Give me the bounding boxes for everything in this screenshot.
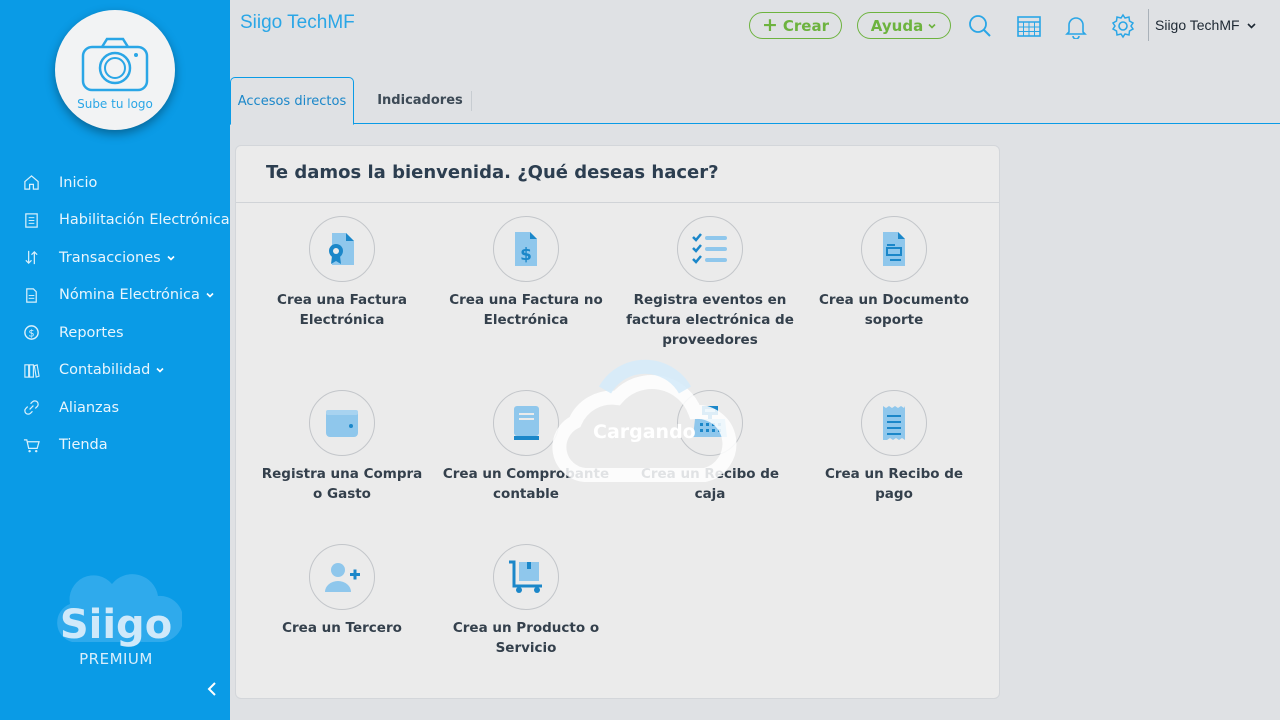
notifications-bell-icon[interactable] — [1063, 13, 1089, 40]
collapse-sidebar-button[interactable] — [203, 680, 221, 698]
sidebar-item-reportes[interactable]: $ Reportes — [0, 314, 230, 352]
loading-indicator: Cargando — [545, 350, 740, 485]
home-icon — [22, 174, 40, 192]
action-label: Crea un Producto o Servicio — [452, 620, 600, 656]
loading-text: Cargando — [593, 421, 696, 443]
wallet-icon — [326, 410, 358, 437]
svg-text:$: $ — [28, 329, 34, 340]
sidebar-item-tienda[interactable]: Tienda — [0, 427, 230, 465]
search-icon[interactable] — [967, 13, 993, 39]
svg-text:$: $ — [520, 245, 532, 265]
sidebar-item-label: Nómina Electrónica — [59, 287, 200, 304]
product-cart-icon — [509, 560, 542, 593]
upload-logo-button[interactable]: Sube tu logo — [55, 10, 175, 130]
chevron-down-icon — [166, 253, 176, 263]
action-label: Registra una Compra o Gasto — [261, 466, 423, 502]
svg-text:Siigo: Siigo — [60, 602, 172, 648]
tab-indicadores[interactable]: Indicadores — [368, 77, 472, 124]
help-button[interactable]: Ayuda — [857, 12, 951, 39]
chevron-left-icon — [207, 682, 216, 696]
user-menu[interactable]: Siigo TechMF — [1155, 17, 1257, 33]
sidebar-item-label: Inicio — [59, 174, 98, 191]
action-eventos-factura[interactable]: Registra eventos en factura electrónica … — [618, 216, 802, 350]
sidebar-item-label: Reportes — [59, 324, 124, 341]
add-user-icon — [325, 563, 360, 592]
action-label: Crea una Factura no Electrónica — [449, 292, 603, 328]
payroll-file-icon — [22, 286, 40, 304]
action-label: Crea un Recibo de pago — [824, 466, 964, 502]
accounting-book-icon — [514, 406, 539, 440]
plus-icon: + — [761, 14, 778, 36]
action-documento-soporte[interactable]: Crea un Documento soporte — [802, 216, 986, 330]
ledger-books-icon — [22, 361, 40, 379]
sidebar-nav: Inicio Habilitación Electrónica Transacc… — [0, 164, 230, 464]
receipt-icon — [883, 406, 905, 440]
sidebar-item-inicio[interactable]: Inicio — [0, 164, 230, 202]
cloud-loader-icon — [552, 359, 737, 482]
link-icon — [22, 399, 40, 417]
sidebar-item-label: Tienda — [59, 437, 108, 454]
action-crea-producto[interactable]: Crea un Producto o Servicio — [434, 544, 618, 658]
sidebar-item-label: Habilitación Electrónica — [59, 212, 230, 229]
create-button-label: Crear — [782, 16, 830, 35]
page-title: Te damos la bienvenida. ¿Qué deseas hace… — [266, 162, 719, 183]
calendar-icon[interactable] — [1016, 13, 1042, 39]
settings-gear-icon[interactable] — [1110, 13, 1136, 39]
chevron-down-icon — [1246, 20, 1257, 31]
camera-icon — [81, 37, 149, 92]
shopping-cart-icon — [22, 436, 40, 454]
sidebar-item-transacciones[interactable]: Transacciones — [0, 239, 230, 277]
invoice-dollar-icon: $ — [515, 232, 537, 266]
chevron-down-icon — [927, 21, 937, 31]
sidebar-item-contabilidad[interactable]: Contabilidad — [0, 352, 230, 390]
sidebar-item-alianzas[interactable]: Alianzas — [0, 389, 230, 427]
topbar: Siigo TechMF + Crear Ayuda Siigo TechMF — [230, 0, 1280, 50]
document-list-icon — [22, 211, 40, 229]
transfer-icon — [22, 249, 40, 267]
action-factura-no-electronica[interactable]: $ Crea una Factura no Electrónica — [434, 216, 618, 330]
divider — [236, 202, 999, 203]
sidebar-item-habilitacion[interactable]: Habilitación Electrónica — [0, 202, 230, 240]
chevron-down-icon — [205, 290, 215, 300]
tab-bar: Accesos directos Indicadores — [230, 77, 1280, 125]
action-compra-gasto[interactable]: Registra una Compra o Gasto — [250, 390, 434, 504]
support-document-icon — [883, 232, 905, 266]
action-label: Crea una Factura Electrónica — [277, 292, 407, 328]
action-factura-electronica[interactable]: Crea una Factura Electrónica — [250, 216, 434, 330]
tab-accesos-directos[interactable]: Accesos directos — [230, 77, 354, 125]
action-label: Crea un Documento soporte — [818, 292, 970, 328]
checklist-icon — [692, 233, 727, 264]
siigo-cloud-logo: Siigo — [57, 574, 184, 648]
chevron-down-icon — [155, 365, 165, 375]
help-button-label: Ayuda — [870, 16, 924, 35]
action-label: Registra eventos en factura electrónica … — [626, 292, 794, 348]
upload-logo-label: Sube tu logo — [77, 97, 153, 111]
create-button[interactable]: + Crear — [749, 12, 842, 39]
electronic-invoice-icon — [329, 233, 354, 265]
sidebar-item-label: Contabilidad — [59, 362, 151, 379]
action-recibo-pago[interactable]: Crea un Recibo de pago — [802, 390, 986, 504]
sidebar-item-label: Transacciones — [59, 249, 161, 266]
company-name: Siigo TechMF — [240, 12, 355, 33]
currency-coin-icon: $ — [22, 324, 40, 342]
tab-separator — [471, 91, 472, 111]
sidebar-item-nomina[interactable]: Nómina Electrónica — [0, 277, 230, 315]
sidebar: Sube tu logo Inicio Habilitación Electró… — [0, 0, 230, 720]
action-crea-tercero[interactable]: Crea un Tercero — [250, 544, 434, 638]
action-label: Crea un Tercero — [282, 620, 402, 636]
user-name: Siigo TechMF — [1155, 17, 1240, 33]
brand-subtitle: PREMIUM — [79, 650, 153, 668]
topbar-divider — [1148, 9, 1149, 41]
sidebar-item-label: Alianzas — [59, 399, 120, 416]
siigo-premium-logo: Siigo PREMIUM — [50, 568, 184, 668]
